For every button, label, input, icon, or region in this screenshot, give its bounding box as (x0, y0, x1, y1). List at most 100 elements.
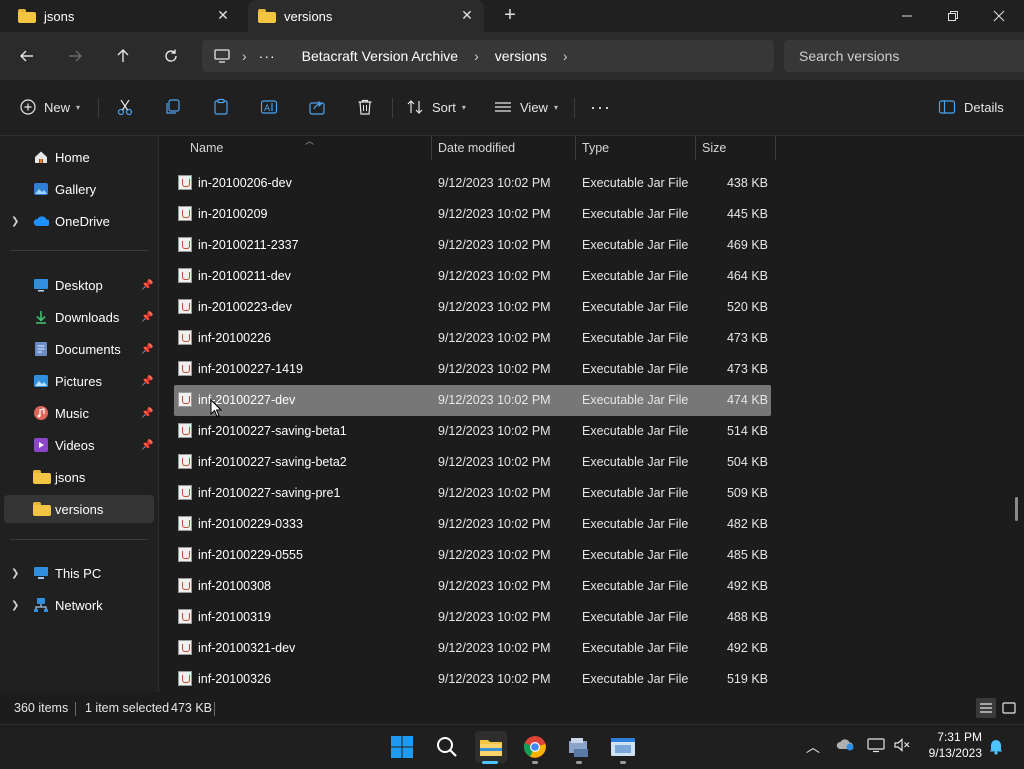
table-row[interactable]: in-20100206-dev 9/12/2023 10:02 PM Executa… (174, 168, 771, 199)
pin-icon[interactable]: 📌 (141, 376, 153, 387)
minimize-button[interactable] (884, 0, 930, 32)
tab-jsons[interactable]: jsons ✕ (8, 0, 240, 32)
vertical-scrollbar[interactable] (1015, 497, 1018, 521)
table-row[interactable]: inf-20100227-dev 9/12/2023 10:02 PM Execut… (174, 385, 771, 416)
taskbar-app[interactable] (563, 731, 595, 763)
close-window-button[interactable] (976, 0, 1022, 32)
sidebar-item-home[interactable]: Home (0, 143, 156, 171)
breadcrumb-versions[interactable]: versions (495, 48, 547, 64)
table-row[interactable]: in-20100211-dev 9/12/2023 10:02 PM Executa… (174, 261, 771, 292)
sidebar-item-network[interactable]: ❯ Network (0, 591, 156, 619)
address-bar[interactable]: › ··· Betacraft Version Archive › versio… (202, 40, 774, 72)
copy-button[interactable] (164, 94, 182, 120)
up-button[interactable] (109, 42, 137, 70)
close-icon[interactable]: ✕ (458, 7, 476, 24)
system-clock[interactable]: 7:31 PM 9/13/2023 (918, 729, 982, 761)
forward-button[interactable] (61, 42, 89, 70)
column-date-modified[interactable]: Date modified (438, 136, 515, 160)
tiles-view-button[interactable] (999, 698, 1019, 718)
chevron-up-icon[interactable]: ︿ (806, 737, 820, 757)
table-row[interactable]: inf-20100227-saving-beta1 9/12/2023 10:02… (174, 416, 771, 447)
search-input[interactable] (797, 47, 1011, 65)
table-row[interactable]: inf-20100326 9/12/2023 10:02 PM Executable… (174, 664, 771, 692)
close-icon[interactable]: ✕ (214, 7, 232, 24)
search-box[interactable] (784, 40, 1024, 72)
sidebar-item-desktop[interactable]: Desktop 📌 (0, 271, 156, 299)
sidebar-item-downloads[interactable]: Downloads 📌 (0, 303, 156, 331)
column-resizer[interactable] (695, 136, 696, 160)
new-tab-button[interactable]: + (500, 5, 520, 26)
pin-icon[interactable]: 📌 (141, 408, 153, 419)
sort-button[interactable]: Sort ▾ (406, 94, 466, 120)
table-row[interactable]: inf-20100321-dev 9/12/2023 10:02 PM Execut… (174, 633, 771, 664)
network-tray-icon[interactable] (867, 737, 885, 756)
pin-icon[interactable]: 📌 (141, 312, 153, 323)
chevron-right-icon[interactable]: › (563, 48, 568, 64)
new-button[interactable]: New ▾ (20, 94, 80, 120)
table-row[interactable]: inf-20100308 9/12/2023 10:02 PM Executable… (174, 571, 771, 602)
file-type: Executable Jar File (582, 486, 689, 500)
sidebar-item-videos[interactable]: Videos 📌 (0, 431, 156, 459)
cut-button[interactable] (116, 94, 134, 120)
sidebar-item-gallery[interactable]: Gallery (0, 175, 156, 203)
chevron-right-icon[interactable]: ❯ (11, 600, 19, 611)
column-resizer[interactable] (431, 136, 432, 160)
taskbar-chrome[interactable] (519, 731, 551, 763)
details-button[interactable]: Details (938, 94, 1004, 120)
paste-button[interactable] (212, 94, 230, 120)
table-row[interactable]: inf-20100226 9/12/2023 10:02 PM Executable… (174, 323, 771, 354)
pin-icon[interactable]: 📌 (141, 280, 153, 291)
column-name[interactable]: Name (190, 136, 223, 160)
sidebar-item-onedrive[interactable]: ❯ OneDrive (0, 207, 156, 235)
onedrive-tray-icon[interactable] (836, 737, 854, 754)
pin-icon[interactable]: 📌 (141, 440, 153, 451)
desktop-icon (33, 277, 49, 293)
file-type: Executable Jar File (582, 331, 689, 345)
rename-button[interactable]: A (260, 94, 278, 120)
sidebar-item-documents[interactable]: Documents 📌 (0, 335, 156, 363)
taskbar-file-explorer[interactable] (475, 731, 507, 763)
table-row[interactable]: inf-20100227-saving-pre1 9/12/2023 10:02 … (174, 478, 771, 509)
file-type: Executable Jar File (582, 517, 689, 531)
share-button[interactable] (308, 94, 326, 120)
sidebar-item-pictures[interactable]: Pictures 📌 (0, 367, 156, 395)
volume-muted-icon[interactable] (893, 737, 911, 756)
running-app-indicator (576, 761, 582, 764)
column-size[interactable]: Size (702, 136, 726, 160)
taskbar-app-2[interactable] (607, 731, 639, 763)
breadcrumb-betacraft[interactable]: Betacraft Version Archive (302, 48, 458, 64)
table-row[interactable]: inf-20100227-saving-beta2 9/12/2023 10:02… (174, 447, 771, 478)
table-row[interactable]: inf-20100229-0555 9/12/2023 10:02 PM Execu… (174, 540, 771, 571)
start-button[interactable] (386, 731, 418, 763)
table-row[interactable]: inf-20100227-1419 9/12/2023 10:02 PM Execu… (174, 354, 771, 385)
chevron-right-icon[interactable]: ❯ (11, 568, 19, 579)
chevron-right-icon[interactable]: ❯ (11, 216, 19, 227)
column-resizer[interactable] (775, 136, 776, 160)
table-row[interactable]: inf-20100319 9/12/2023 10:02 PM Executable… (174, 602, 771, 633)
view-button[interactable]: View ▾ (494, 94, 558, 120)
table-row[interactable]: inf-20100229-0333 9/12/2023 10:02 PM Execu… (174, 509, 771, 540)
pin-icon[interactable]: 📌 (141, 344, 153, 355)
table-row[interactable]: in-20100209 9/12/2023 10:02 PM Executable … (174, 199, 771, 230)
column-resizer[interactable] (575, 136, 576, 160)
notification-bell-icon[interactable] (988, 737, 1004, 758)
sidebar-item-jsons[interactable]: jsons (0, 463, 156, 491)
file-size: 519 KB (726, 672, 768, 686)
jar-file-icon (178, 268, 192, 283)
details-view-button[interactable] (976, 698, 996, 718)
tab-versions[interactable]: versions ✕ (248, 0, 484, 32)
table-row[interactable]: in-20100223-dev 9/12/2023 10:02 PM Executa… (174, 292, 771, 323)
more-options-button[interactable]: ··· (590, 94, 611, 120)
delete-button[interactable] (356, 94, 374, 120)
more-crumbs-icon[interactable]: ··· (259, 48, 276, 64)
back-button[interactable] (13, 42, 41, 70)
sidebar-item-versions[interactable]: versions (4, 495, 154, 523)
refresh-button[interactable] (157, 42, 185, 70)
column-type[interactable]: Type (582, 136, 609, 160)
sidebar-item-music[interactable]: Music 📌 (0, 399, 156, 427)
search-button[interactable] (431, 731, 463, 763)
table-row[interactable]: in-20100211-2337 9/12/2023 10:02 PM Execut… (174, 230, 771, 261)
sidebar-item-label: Downloads (55, 309, 120, 325)
sidebar-item-this-pc[interactable]: ❯ This PC (0, 559, 156, 587)
restore-button[interactable] (930, 0, 976, 32)
